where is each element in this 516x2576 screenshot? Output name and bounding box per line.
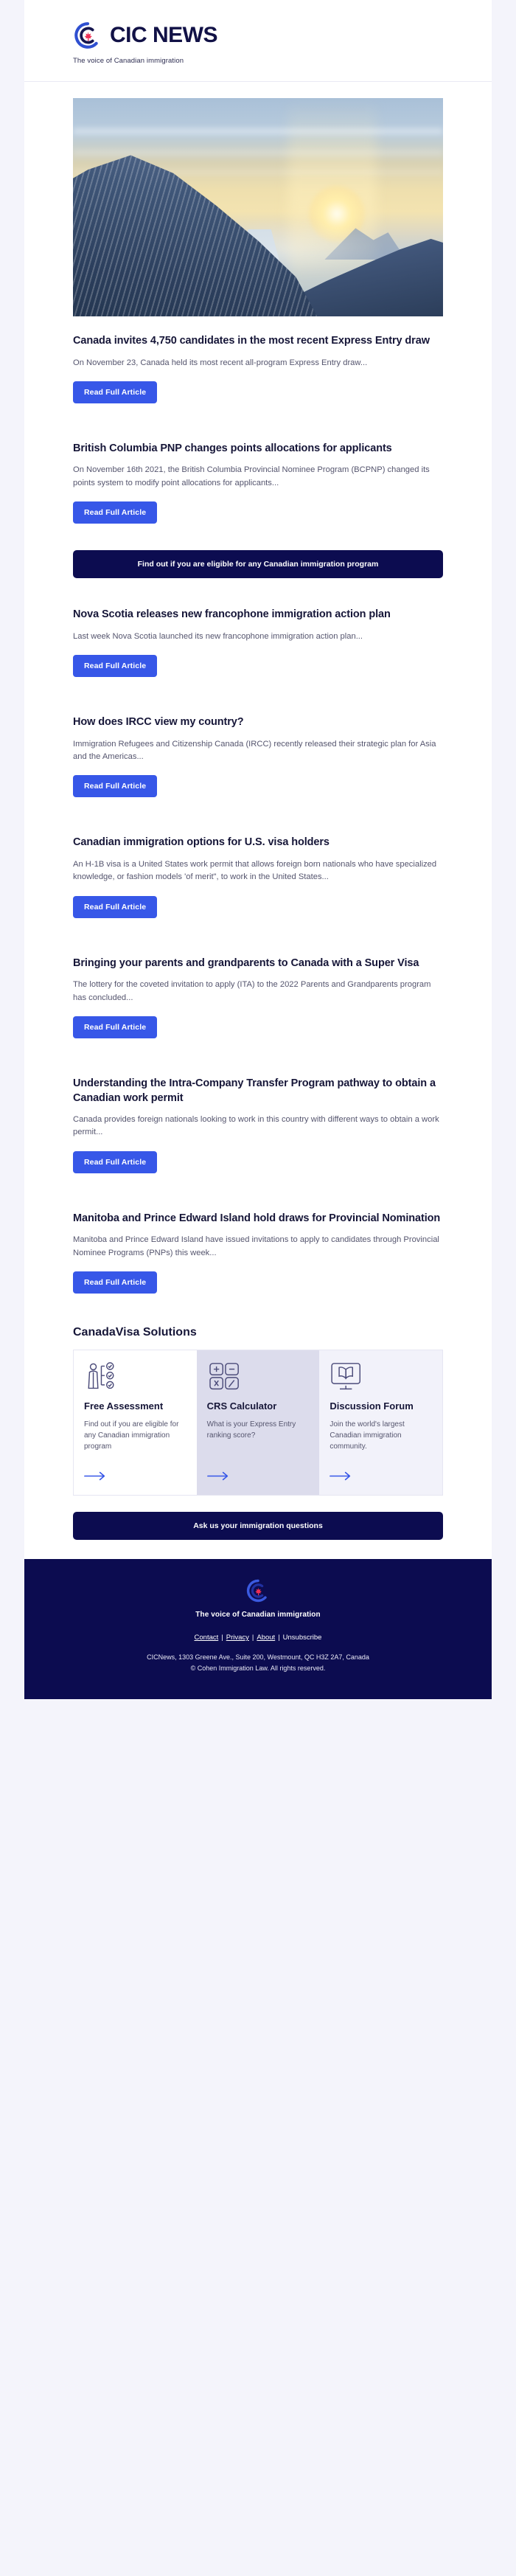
solution-card-desc: Join the world's largest Canadian immigr… [330,1420,405,1451]
eligibility-cta-wrap: Find out if you are eligible for any Can… [24,543,492,589]
solution-card-title: CRS Calculator [206,1400,277,1412]
email-header: CIC NEWS The voice of Canadian immigrati… [24,0,492,82]
brand-tagline: The voice of Canadian immigration [73,57,184,65]
article-item: Bringing your parents and grandparents t… [73,937,443,1058]
hero-image-wrap [24,82,492,316]
footer-link-separator: | [221,1634,223,1642]
brand-name: CIC NEWS [110,23,218,47]
article-item: Manitoba and Prince Edward Island hold d… [73,1192,443,1313]
arrow-right-icon[interactable] [206,1471,310,1485]
articles-section-bottom: Nova Scotia releases new francophone imm… [24,589,492,1313]
solution-card-crs-calculator[interactable]: CRS Calculator What is your Express Entr… [196,1350,320,1496]
article-item: Canada invites 4,750 candidates in the m… [73,316,443,423]
article-item: Nova Scotia releases new francophone imm… [73,589,443,696]
article-title: Understanding the Intra-Company Transfer… [73,1077,436,1104]
read-full-article-button[interactable]: Read Full Article [73,655,158,678]
article-excerpt: The lottery for the coveted invitation t… [73,980,431,1002]
arrow-right-icon[interactable] [84,1471,186,1485]
solution-card-desc: What is your Express Entry ranking score… [206,1420,296,1440]
read-full-article-button[interactable]: Read Full Article [73,1016,158,1038]
read-full-article-button[interactable]: Read Full Article [73,775,158,798]
footer-tagline: The voice of Canadian immigration [195,1611,321,1619]
footer-link-unsubscribe[interactable]: Unsubscribe [283,1634,322,1642]
solution-card-title: Free Assessment [84,1400,164,1412]
article-excerpt: On November 16th 2021, the British Colum… [73,465,430,487]
calculator-icon [207,1362,310,1392]
footer-links: Contact | Privacy | About | Unsubscribe [54,1634,462,1642]
solution-card-free-assessment[interactable]: Free Assessment Find out if you are elig… [74,1350,197,1496]
article-excerpt: An H-1B visa is a United States work per… [73,859,437,882]
eligibility-cta-button[interactable]: Find out if you are eligible for any Can… [73,550,443,579]
read-full-article-button[interactable]: Read Full Article [73,501,158,524]
hero-winter-landscape-image[interactable] [73,98,443,316]
article-excerpt: On November 23, Canada held its most rec… [73,358,368,367]
article-excerpt: Canada provides foreign nationals lookin… [73,1115,439,1137]
email-page: CIC NEWS The voice of Canadian immigrati… [0,0,516,2576]
ask-cta-wrap: Ask us your immigration questions [24,1496,492,1560]
footer-link-about[interactable]: About [257,1634,275,1642]
read-full-article-button[interactable]: Read Full Article [73,1271,158,1294]
article-title: Canadian immigration options for U.S. vi… [73,836,330,849]
cloud-band-decor [73,128,443,135]
read-full-article-button[interactable]: Read Full Article [73,1150,158,1173]
canadavisa-solutions-section: CanadaVisa Solutions Free Assessment Fin… [24,1313,492,1496]
email-footer: The voice of Canadian immigration Contac… [24,1559,492,1699]
read-full-article-button[interactable]: Read Full Article [73,381,158,403]
email-body: CIC NEWS The voice of Canadian immigrati… [24,0,492,1699]
articles-section-top: Canada invites 4,750 candidates in the m… [24,316,492,544]
article-excerpt: Immigration Refugees and Citizenship Can… [73,739,436,762]
article-title: Bringing your parents and grandparents t… [73,957,419,969]
article-title: Nova Scotia releases new francophone imm… [73,608,391,621]
article-item: Understanding the Intra-Company Transfer… [73,1058,443,1192]
solution-card-title: Discussion Forum [330,1400,414,1412]
solutions-cards: Free Assessment Find out if you are elig… [73,1350,443,1496]
article-item: How does IRCC view my country? Immigrati… [73,696,443,816]
footer-copyright: © Cohen Immigration Law. All rights rese… [190,1664,326,1672]
article-title: British Columbia PNP changes points allo… [73,442,392,454]
footer-cic-logo-icon [245,1578,271,1603]
solution-card-discussion-forum[interactable]: Discussion Forum Join the world's larges… [319,1350,443,1496]
article-item: British Columbia PNP changes points allo… [73,423,443,543]
article-excerpt: Last week Nova Scotia launched its new f… [73,631,363,641]
solutions-heading: CanadaVisa Solutions [73,1326,197,1339]
article-excerpt: Manitoba and Prince Edward Island have i… [73,1235,439,1257]
cic-logo-icon[interactable] [73,21,102,50]
footer-link-separator: | [278,1634,280,1642]
footer-link-privacy[interactable]: Privacy [226,1634,249,1642]
footer-link-separator: | [251,1634,254,1642]
monitor-book-icon [330,1362,432,1392]
person-checklist-icon [84,1362,186,1392]
brand-row: CIC NEWS [73,21,492,50]
solution-card-desc: Find out if you are eligible for any Can… [84,1420,179,1451]
read-full-article-button[interactable]: Read Full Article [73,895,158,918]
article-title: How does IRCC view my country? [73,716,244,729]
cloud-band-decor [73,150,443,156]
article-title: Manitoba and Prince Edward Island hold d… [73,1212,441,1224]
ask-questions-button[interactable]: Ask us your immigration questions [73,1512,443,1541]
arrow-right-icon[interactable] [330,1471,432,1485]
article-item: Canadian immigration options for U.S. vi… [73,816,443,937]
footer-address: CICNews, 1303 Greene Ave., Suite 200, We… [147,1653,369,1662]
footer-link-contact[interactable]: Contact [195,1634,219,1642]
article-title: Canada invites 4,750 candidates in the m… [73,335,430,347]
